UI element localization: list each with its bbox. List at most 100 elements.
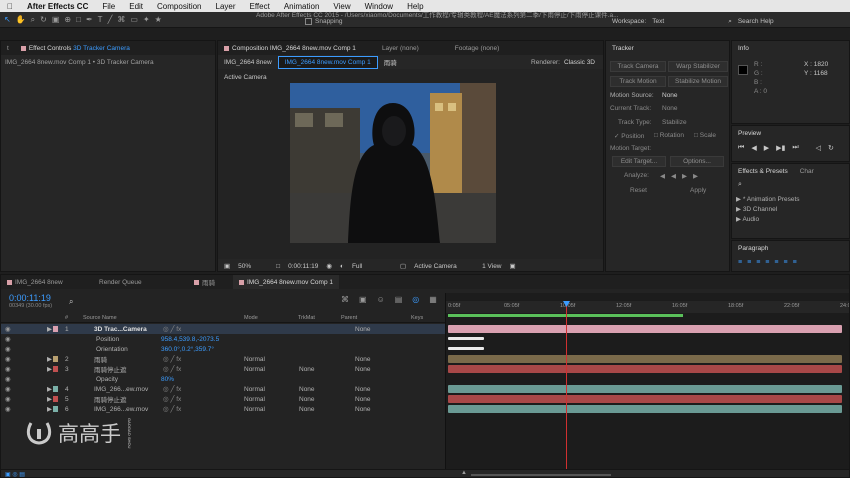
menu-file[interactable]: File xyxy=(95,2,122,11)
tab-rain-comp[interactable]: 雨骑 xyxy=(188,275,233,289)
align-center-icon[interactable]: ≡ xyxy=(747,259,751,266)
track-camera-button[interactable]: Track Camera xyxy=(610,61,666,72)
views-select[interactable]: 1 View xyxy=(482,263,501,270)
comp-flowchart-icon[interactable]: ⌘ xyxy=(341,295,349,304)
layer-row[interactable]: ◉ ▶ 1 3D Trac...Camera ◎ ╱ fx None xyxy=(1,324,445,334)
brush-tool-icon[interactable]: ╱ xyxy=(108,14,113,26)
clone-tool-icon[interactable]: ⌘ xyxy=(117,14,125,26)
track-type-select[interactable]: Stabilize xyxy=(662,119,687,126)
header-keys[interactable]: Keys xyxy=(411,315,423,321)
draft-3d-icon[interactable]: ▣ xyxy=(359,295,367,304)
graph-editor-icon[interactable]: ▦ xyxy=(429,295,437,304)
parent-select[interactable]: None xyxy=(355,406,371,413)
audio-icon[interactable]: ◁ xyxy=(816,144,821,152)
type-tool-icon[interactable]: T xyxy=(98,14,103,26)
expand-triangle-icon[interactable]: ▶ xyxy=(47,405,52,413)
effects-item[interactable]: ▶ 3D Channel xyxy=(736,205,777,213)
tab-effect-controls[interactable]: Effect Controls 3D Tracker Camera xyxy=(15,41,136,55)
keyframe-bar[interactable] xyxy=(448,347,484,350)
composition-viewer[interactable] xyxy=(290,83,496,243)
always-preview-icon[interactable]: ▣ xyxy=(218,262,230,270)
property-name[interactable]: Orientation xyxy=(96,346,128,353)
tab-project[interactable]: t xyxy=(1,41,15,55)
track-motion-button[interactable]: Track Motion xyxy=(610,76,666,87)
rectangle-tool-icon[interactable]: □ xyxy=(76,14,81,26)
safe-zones-icon[interactable]: □ xyxy=(276,263,280,270)
zoom-select[interactable]: 50% xyxy=(238,263,268,270)
tab-render-queue[interactable]: Render Queue xyxy=(93,275,188,289)
tab-layer[interactable]: Layer (none) xyxy=(376,41,425,55)
pan-behind-tool-icon[interactable]: ⊕ xyxy=(64,14,71,26)
layer-name[interactable]: 3D Trac...Camera xyxy=(94,326,147,333)
timeline-timecode[interactable]: 0:00:11:19 xyxy=(9,293,51,303)
layer-row[interactable]: ◉ ▶ 5 雨骑停止遮 ◎ ╱ fx Normal None None xyxy=(1,394,445,405)
tab-composition[interactable]: Composition IMG_2664 8new.mov Comp 1 xyxy=(218,41,362,55)
label-color-icon[interactable] xyxy=(53,386,58,392)
label-color-icon[interactable] xyxy=(53,406,58,412)
comp-nav-item[interactable]: 雨骑 xyxy=(378,57,403,67)
layer-name[interactable]: 雨骑停止遮 xyxy=(94,364,127,374)
justify-icon[interactable]: ≡ xyxy=(765,259,769,266)
layer-name[interactable]: IMG_266...ew.mov xyxy=(94,386,148,393)
menu-effect[interactable]: Effect xyxy=(243,2,277,11)
search-icon[interactable]: ⌕ xyxy=(738,181,742,189)
justify-right-icon[interactable]: ≡ xyxy=(783,259,787,266)
reset-button[interactable]: Reset xyxy=(630,187,647,194)
comp-nav-item[interactable]: IMG_2664 8new xyxy=(218,59,278,66)
property-row[interactable]: ◉ Position 958.4,539.8,-2073.5 xyxy=(1,334,445,344)
trkmat-select[interactable]: None xyxy=(299,396,315,403)
menu-layer[interactable]: Layer xyxy=(209,2,243,11)
label-color-icon[interactable] xyxy=(53,396,58,402)
parent-select[interactable]: None xyxy=(355,386,371,393)
prev-frame-icon[interactable]: ◀ xyxy=(751,144,756,152)
apply-button[interactable]: Apply xyxy=(690,187,706,194)
expand-triangle-icon[interactable]: ▶ xyxy=(47,395,52,403)
visibility-icon[interactable]: ◉ xyxy=(5,355,11,363)
roto-tool-icon[interactable]: ✦ xyxy=(143,14,150,26)
scale-checkbox[interactable]: □ Scale xyxy=(694,132,716,139)
menu-view[interactable]: View xyxy=(326,2,357,11)
label-color-icon[interactable] xyxy=(53,326,58,332)
eraser-tool-icon[interactable]: ▭ xyxy=(130,14,138,26)
layer-name[interactable]: 雨骑 xyxy=(94,354,107,364)
comp-nav-item-active[interactable]: IMG_2664 8new.mov Comp 1 xyxy=(277,55,378,69)
analyze-buttons[interactable]: ◀◀▶▶ xyxy=(660,172,704,180)
search-icon[interactable]: ⌕ xyxy=(728,18,732,26)
visibility-icon[interactable]: ◉ xyxy=(5,375,11,383)
menu-composition[interactable]: Composition xyxy=(150,2,208,11)
current-track-select[interactable]: None xyxy=(662,105,678,112)
layer-switches-icon[interactable]: ◎ ╱ fx xyxy=(163,325,181,333)
property-name[interactable]: Opacity xyxy=(96,376,118,383)
frame-blending-icon[interactable]: ▤ xyxy=(395,295,403,304)
property-row[interactable]: ◉ Orientation 360.0°,0.2°,359.7° xyxy=(1,344,445,354)
rotate-tool-icon[interactable]: ↻ xyxy=(40,14,47,26)
last-frame-icon[interactable]: ⏭ xyxy=(792,144,798,152)
puppet-tool-icon[interactable]: ★ xyxy=(155,14,162,26)
trkmat-select[interactable]: None xyxy=(299,366,315,373)
layer-switches-icon[interactable]: ◎ ╱ fx xyxy=(163,385,181,393)
first-frame-icon[interactable]: ⏮ xyxy=(738,144,744,152)
playhead[interactable] xyxy=(566,303,567,477)
mode-select[interactable]: Normal xyxy=(244,386,265,393)
align-buttons[interactable]: ≡ ≡ ≡ ≡ ≡ ≡ ≡ xyxy=(738,259,797,266)
layer-switches-icon[interactable]: ◎ ╱ fx xyxy=(163,405,181,413)
visibility-icon[interactable]: ◉ xyxy=(5,365,11,373)
options-button[interactable]: Options... xyxy=(670,156,724,167)
search-help-field[interactable]: Search Help xyxy=(738,18,774,26)
effects-item[interactable]: ▶ * Animation Presets xyxy=(736,195,800,203)
zoom-tool-icon[interactable]: ⌕ xyxy=(31,14,35,26)
tab-timeline-comp[interactable]: IMG_2664 8new xyxy=(1,275,93,289)
parent-select[interactable]: None xyxy=(355,356,371,363)
layer-duration-bar[interactable] xyxy=(448,405,842,413)
visibility-icon[interactable]: ◉ xyxy=(5,345,11,353)
expand-triangle-icon[interactable]: ▶ xyxy=(47,365,52,373)
zoom-out-icon[interactable]: ▲ xyxy=(461,470,467,476)
layer-duration-bar[interactable] xyxy=(448,325,842,333)
parent-select[interactable]: None xyxy=(355,396,371,403)
warp-stabilizer-button[interactable]: Warp Stabilizer xyxy=(668,61,728,72)
layer-duration-bar[interactable] xyxy=(448,385,842,393)
trkmat-select[interactable]: None xyxy=(299,406,315,413)
region-icon[interactable]: ▢ xyxy=(400,262,406,270)
view-select[interactable]: Active Camera xyxy=(414,263,474,270)
label-color-icon[interactable] xyxy=(53,356,58,362)
